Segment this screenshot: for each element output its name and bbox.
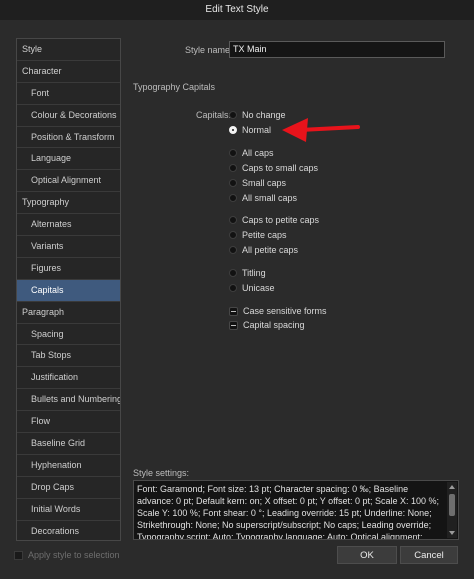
radio-titling[interactable]: Titling	[229, 267, 266, 279]
radio-label: Titling	[242, 268, 266, 278]
radio-dot[interactable]	[229, 216, 237, 224]
checkbox-label: Capital spacing	[243, 320, 305, 330]
radio-dot[interactable]	[229, 149, 237, 157]
annotation-arrow	[282, 118, 360, 142]
checkbox-case-sensitive-forms[interactable]: Case sensitive forms	[229, 305, 327, 317]
style-name-label: Style name:	[185, 45, 233, 55]
sidebar-item-typography[interactable]: Typography	[17, 192, 120, 215]
radio-label: All caps	[242, 148, 274, 158]
radio-no-change[interactable]: No change	[229, 109, 286, 121]
sidebar-item-initial-words[interactable]: Initial Words	[17, 499, 120, 521]
checkbox-box[interactable]	[229, 320, 238, 330]
sidebar-item-colour-decorations[interactable]: Colour & Decorations	[17, 105, 120, 127]
checkbox-label: Case sensitive forms	[243, 306, 327, 316]
apply-checkbox-box[interactable]	[14, 550, 23, 560]
ok-button[interactable]: OK	[337, 546, 397, 564]
apply-style-label: Apply style to selection	[28, 550, 120, 560]
radio-label: No change	[242, 110, 286, 120]
radio-dot[interactable]	[229, 246, 237, 254]
sidebar-item-tab-stops[interactable]: Tab Stops	[17, 345, 120, 368]
radio-normal[interactable]: Normal	[229, 124, 271, 136]
style-settings-text[interactable]: Font: Garamond; Font size: 13 pt; Charac…	[133, 480, 459, 540]
sidebar-item-font[interactable]: Font	[17, 83, 120, 105]
radio-dot[interactable]	[229, 231, 237, 239]
radio-dot[interactable]	[229, 284, 237, 292]
radio-unicase[interactable]: Unicase	[229, 282, 275, 294]
sidebar-item-character[interactable]: Character	[17, 61, 120, 83]
sidebar-item-capitals[interactable]: Capitals	[17, 279, 120, 302]
sidebar-item-decorations[interactable]: Decorations	[17, 521, 120, 540]
sidebar-item-spacing[interactable]: Spacing	[17, 324, 120, 346]
radio-label: Normal	[242, 125, 272, 135]
sidebar-item-variants[interactable]: Variants	[17, 236, 120, 258]
radio-label: Unicase	[242, 283, 275, 293]
checkbox-capital-spacing[interactable]: Capital spacing	[229, 319, 305, 331]
sidebar-item-bullets-and-numbering[interactable]: Bullets and Numbering	[17, 389, 120, 412]
radio-label: Small caps	[242, 178, 287, 188]
capitals-label: Capitals:	[196, 110, 232, 120]
radio-label: All petite caps	[242, 245, 299, 255]
radio-dot[interactable]	[229, 126, 237, 134]
section-title: Typography Capitals	[133, 82, 216, 92]
radio-label: All small caps	[242, 193, 298, 203]
radio-caps-to-petite-caps[interactable]: Caps to petite caps	[229, 214, 319, 226]
sidebar-item-hyphenation[interactable]: Hyphenation	[17, 455, 120, 477]
style-settings-content: Font: Garamond; Font size: 13 pt; Charac…	[137, 484, 440, 540]
sidebar-item-flow[interactable]: Flow	[17, 411, 120, 434]
radio-caps-to-small-caps[interactable]: Caps to small caps	[229, 162, 318, 174]
radio-label: Caps to petite caps	[242, 215, 320, 225]
sidebar-item-alternates[interactable]: Alternates	[17, 214, 120, 237]
sidebar-item-drop-caps[interactable]: Drop Caps	[17, 477, 120, 499]
radio-dot[interactable]	[229, 111, 237, 119]
apply-style-checkbox[interactable]: Apply style to selection	[14, 550, 120, 560]
radio-all-small-caps[interactable]: All small caps	[229, 192, 297, 204]
scroll-thumb[interactable]	[449, 494, 455, 516]
sidebar-item-language[interactable]: Language	[17, 148, 120, 171]
radio-dot[interactable]	[229, 194, 237, 202]
radio-all-caps[interactable]: All caps	[229, 147, 274, 159]
radio-petite-caps[interactable]: Petite caps	[229, 229, 287, 241]
style-name-input[interactable]: TX Main	[229, 41, 445, 58]
sidebar-item-optical-alignment[interactable]: Optical Alignment	[17, 170, 120, 193]
sidebar-item-baseline-grid[interactable]: Baseline Grid	[17, 433, 120, 455]
radio-small-caps[interactable]: Small caps	[229, 177, 286, 189]
sidebar: Style Character Font Colour & Decorations Po…	[16, 38, 121, 541]
radio-all-petite-caps[interactable]: All petite caps	[229, 244, 298, 256]
sidebar-item-paragraph[interactable]: Paragraph	[17, 302, 120, 324]
radio-dot[interactable]	[229, 269, 237, 277]
sidebar-item-style[interactable]: Style	[17, 39, 120, 61]
radio-dot[interactable]	[229, 179, 237, 187]
radio-label: Caps to small caps	[242, 163, 319, 173]
scroll-down-icon[interactable]	[449, 531, 455, 535]
radio-dot[interactable]	[229, 164, 237, 172]
sidebar-item-figures[interactable]: Figures	[17, 258, 120, 280]
checkbox-box[interactable]	[229, 306, 238, 316]
sidebar-item-position-transform[interactable]: Position & Transform	[17, 127, 120, 149]
window-title: Edit Text Style	[0, 0, 474, 20]
cancel-button[interactable]: Cancel	[400, 546, 458, 564]
sidebar-item-justification[interactable]: Justification	[17, 367, 120, 390]
style-settings-label: Style settings:	[133, 468, 190, 478]
settings-scrollbar[interactable]	[447, 482, 457, 538]
scroll-up-icon[interactable]	[449, 485, 455, 489]
radio-label: Petite caps	[242, 230, 287, 240]
